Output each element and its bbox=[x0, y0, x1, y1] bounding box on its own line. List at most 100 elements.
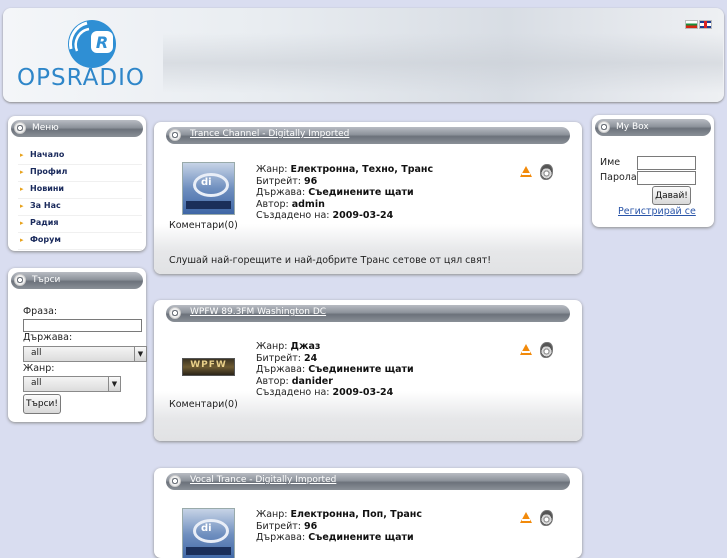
menu-item-forum[interactable]: ▸ Форум bbox=[18, 233, 142, 250]
country-value: Съединените щати bbox=[308, 532, 414, 543]
wpfw-logo[interactable]: WPFW bbox=[182, 358, 235, 376]
created-value: 2009-03-24 bbox=[332, 210, 394, 221]
arrow-icon: ▸ bbox=[20, 168, 24, 176]
country-value: Съединените щати bbox=[308, 187, 414, 198]
search-title: Търси bbox=[32, 275, 61, 285]
phrase-label: Фраза: bbox=[23, 306, 58, 317]
station-title-bar: WPFW 89.3FM Washington DC bbox=[166, 305, 570, 322]
station-description: Слушай най-горещите и най-добрите Транс … bbox=[169, 255, 492, 266]
station-title-link[interactable]: Vocal Trance - Digitally Imported bbox=[190, 475, 336, 485]
bitrate-row: Битрейт: 96 bbox=[256, 521, 422, 533]
station-title-bar: Trance Channel - Digitally Imported bbox=[166, 127, 570, 144]
menu-link[interactable]: За Нас bbox=[30, 201, 61, 210]
di-logo[interactable]: di bbox=[182, 508, 235, 558]
di-logo-mark: di bbox=[201, 523, 212, 534]
search-title-bar: Търси bbox=[11, 272, 143, 289]
bitrate-value: 24 bbox=[304, 352, 318, 364]
station-title-bar: Vocal Trance - Digitally Imported bbox=[166, 473, 570, 490]
station-card: WPFW 89.3FM Washington DC WPFW Жанр: Джа… bbox=[154, 300, 582, 441]
password-input[interactable] bbox=[637, 171, 696, 185]
mybox-title: My Box bbox=[616, 122, 649, 132]
menu-title: Меню bbox=[32, 123, 59, 133]
country-select-value: all bbox=[31, 348, 42, 358]
header-decoration bbox=[163, 33, 723, 93]
logo-icon[interactable]: R bbox=[67, 19, 121, 69]
arrow-icon: ▸ bbox=[20, 219, 24, 227]
menu-link[interactable]: Начало bbox=[30, 150, 64, 159]
search-box: Търси Фраза: Държава: all ▼ Жанр: all ▼ … bbox=[8, 268, 147, 422]
menu-item-about[interactable]: ▸ За Нас bbox=[18, 199, 142, 216]
created-label: Създадено на: bbox=[256, 387, 330, 398]
logo-text[interactable]: OPSRADIO bbox=[17, 65, 145, 91]
country-select[interactable]: all ▼ bbox=[23, 346, 147, 362]
menu-item-home[interactable]: ▸ Начало bbox=[18, 148, 142, 165]
arrow-icon: ▸ bbox=[20, 202, 24, 210]
windows-media-icon[interactable] bbox=[540, 510, 553, 526]
station-info: Жанр: Джаз Битрейт: 24 Държава: Съединен… bbox=[256, 341, 414, 399]
circle-bullet-icon bbox=[14, 122, 26, 134]
circle-bullet-icon bbox=[598, 121, 610, 133]
arrow-icon: ▸ bbox=[20, 236, 24, 244]
author-value: admin bbox=[291, 198, 325, 210]
di-logo[interactable]: di bbox=[182, 162, 235, 215]
station-title-link[interactable]: Trance Channel - Digitally Imported bbox=[190, 129, 349, 139]
station-title-link[interactable]: WPFW 89.3FM Washington DC bbox=[190, 307, 326, 317]
station-info: Жанр: Електронна, Поп, Транс Битрейт: 96… bbox=[256, 509, 422, 544]
menu-item-news[interactable]: ▸ Новини bbox=[18, 182, 142, 199]
author-value: danider bbox=[291, 375, 333, 387]
genre-label: Жанр: bbox=[23, 363, 55, 374]
comments-link[interactable]: Коментари(0) bbox=[169, 220, 238, 231]
username-input[interactable] bbox=[637, 156, 696, 170]
created-value: 2009-03-24 bbox=[332, 387, 394, 398]
menu-link[interactable]: Профил bbox=[30, 167, 67, 176]
bitrate-label: Битрейт: bbox=[256, 352, 302, 364]
password-label: Парола bbox=[600, 172, 637, 183]
genre-row: Жанр: Електронна, Поп, Транс bbox=[256, 509, 422, 521]
chevron-down-icon[interactable]: ▼ bbox=[134, 347, 146, 361]
chevron-down-icon[interactable]: ▼ bbox=[108, 377, 120, 391]
genre-label: Жанр: bbox=[256, 341, 288, 352]
genre-select[interactable]: all ▼ bbox=[23, 376, 121, 392]
genre-row: Жанр: Джаз bbox=[256, 341, 414, 353]
bg-flag-icon[interactable] bbox=[685, 20, 698, 29]
country-row: Държава: Съединените щати bbox=[256, 364, 414, 376]
bitrate-row: Битрейт: 24 bbox=[256, 353, 414, 365]
country-row: Държава: Съединените щати bbox=[256, 187, 433, 199]
card-footer-shade bbox=[154, 224, 582, 274]
menu-item-radios[interactable]: ▸ Радия bbox=[18, 216, 142, 233]
station-info: Жанр: Електронна, Техно, Транс Битрейт: … bbox=[256, 164, 433, 222]
country-label: Държава: bbox=[23, 332, 73, 343]
vlc-icon[interactable] bbox=[520, 166, 532, 178]
di-logo-mark: di bbox=[201, 177, 212, 188]
menu-item-profile[interactable]: ▸ Профил bbox=[18, 165, 142, 182]
en-flag-icon[interactable] bbox=[699, 20, 712, 29]
search-button[interactable]: Търси! bbox=[23, 394, 61, 414]
menu-link[interactable]: Новини bbox=[30, 184, 64, 193]
created-row: Създадено на: 2009-03-24 bbox=[256, 210, 433, 222]
circle-bullet-icon bbox=[169, 307, 181, 319]
menu-link[interactable]: Радия bbox=[30, 218, 58, 227]
register-link[interactable]: Регистрирай се bbox=[618, 206, 696, 217]
circle-bullet-icon bbox=[14, 274, 26, 286]
bitrate-value: 96 bbox=[304, 520, 318, 532]
vlc-icon[interactable] bbox=[520, 344, 532, 356]
genre-label: Жанр: bbox=[256, 509, 288, 520]
comments-link[interactable]: Коментари(0) bbox=[169, 399, 238, 410]
genre-value: Електронна, Поп, Транс bbox=[290, 509, 423, 520]
login-button[interactable]: Давай! bbox=[652, 186, 691, 205]
circle-bullet-icon bbox=[169, 129, 181, 141]
windows-media-icon[interactable] bbox=[540, 164, 553, 180]
country-label: Държава: bbox=[256, 187, 306, 198]
mybox-title-bar: My Box bbox=[595, 119, 711, 136]
menu-link[interactable]: Форум bbox=[30, 235, 61, 244]
menu-box: Меню ▸ Начало ▸ Профил ▸ Новини ▸ За Нас ▸ Ра… bbox=[8, 116, 146, 251]
bitrate-value: 96 bbox=[304, 175, 318, 187]
author-label: Автор: bbox=[256, 375, 289, 387]
phrase-input[interactable] bbox=[23, 319, 142, 332]
menu-title-bar: Меню bbox=[11, 120, 143, 137]
circle-bullet-icon bbox=[169, 475, 181, 487]
genre-label: Жанр: bbox=[256, 164, 288, 175]
bitrate-label: Битрейт: bbox=[256, 520, 302, 532]
vlc-icon[interactable] bbox=[520, 512, 532, 524]
windows-media-icon[interactable] bbox=[540, 342, 553, 358]
